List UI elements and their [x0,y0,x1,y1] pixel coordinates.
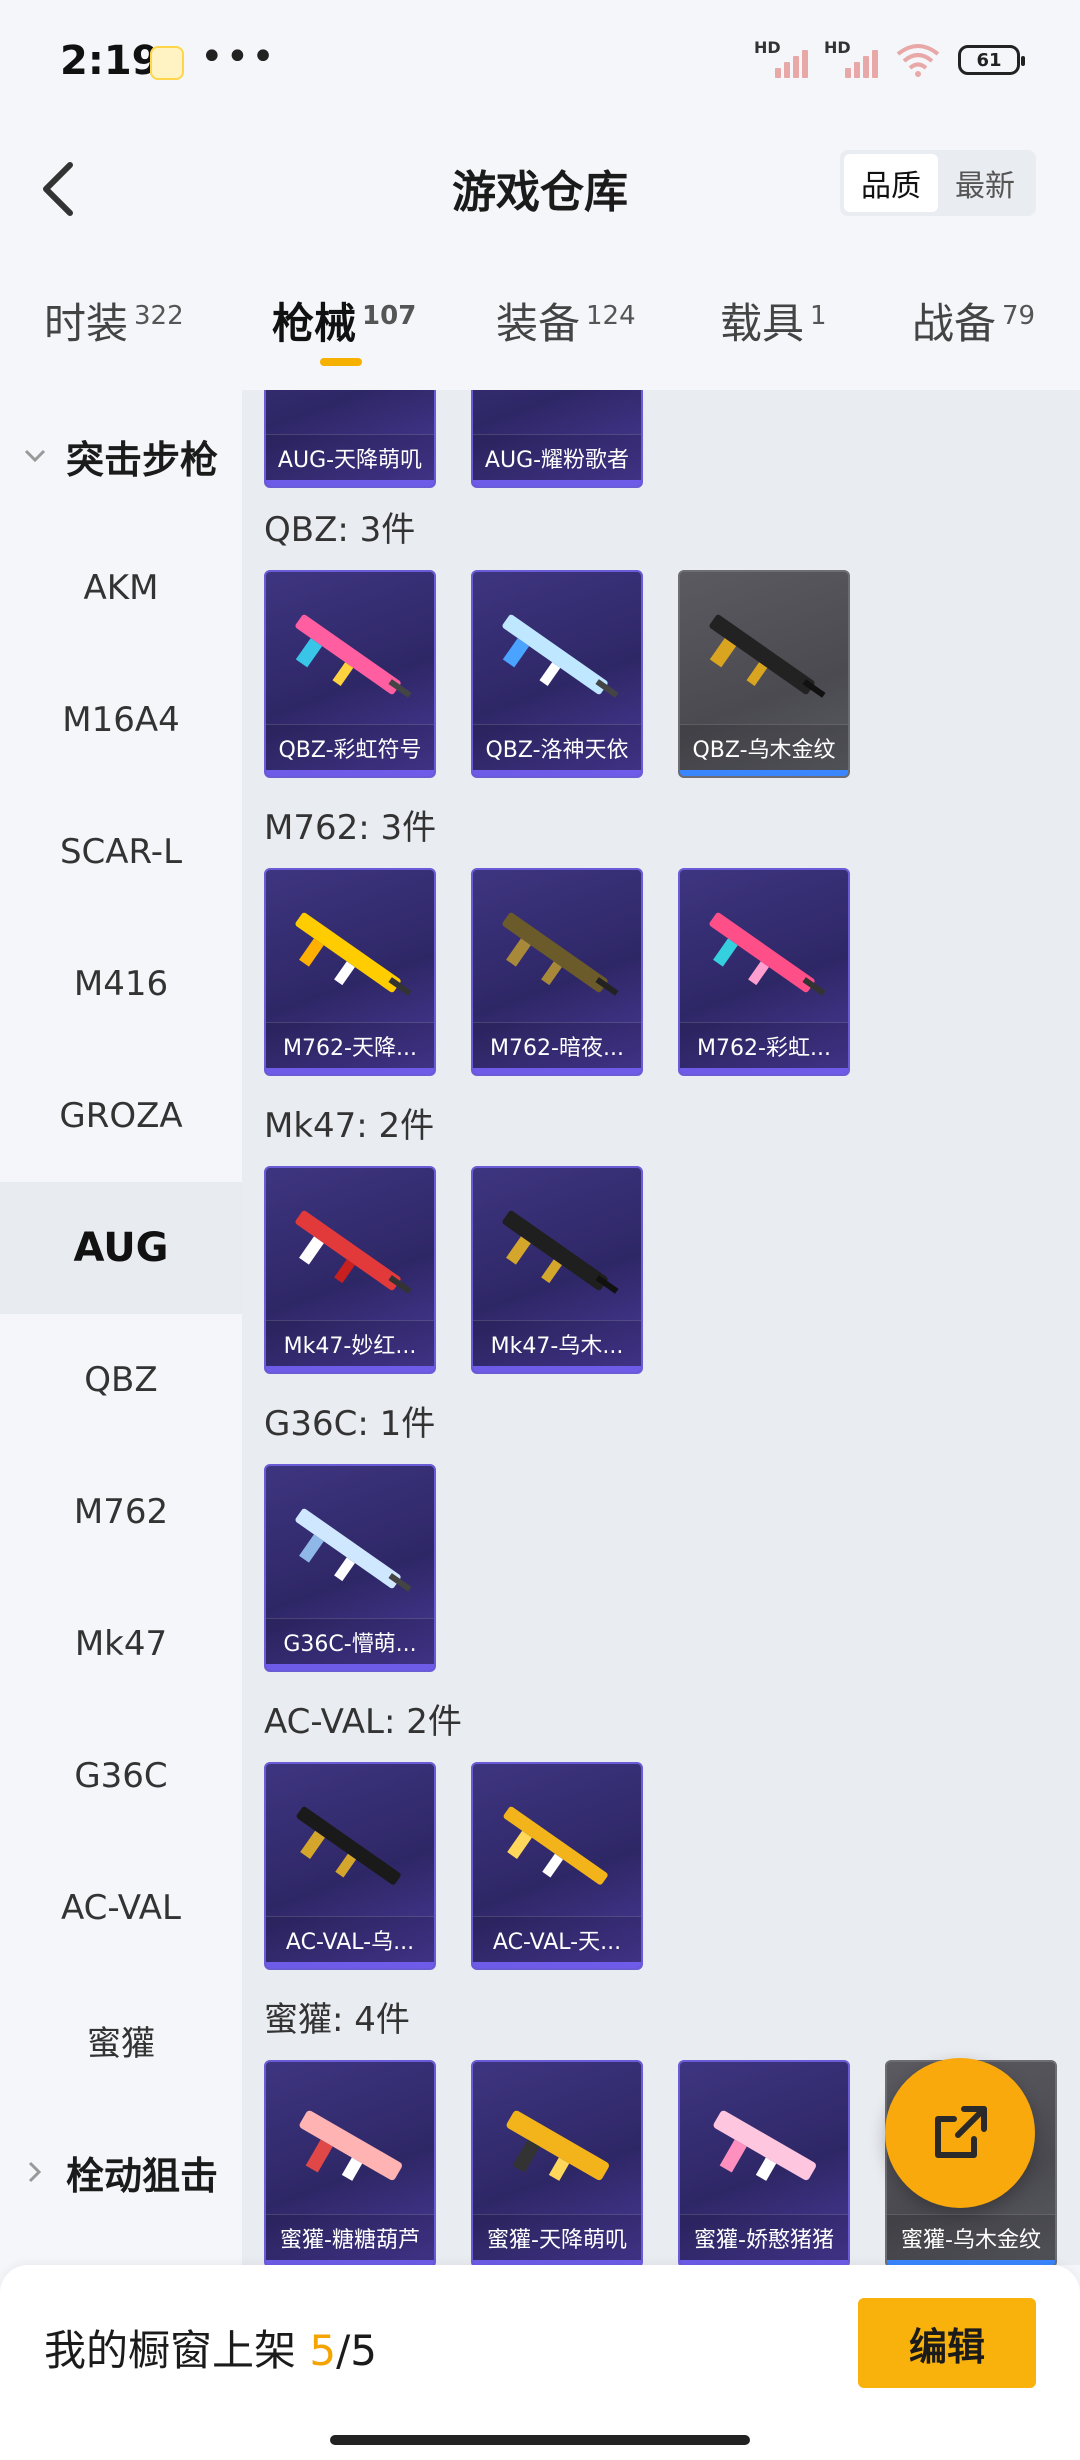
section-label-m762: M762: 3件 [264,808,437,848]
sort-quality-button[interactable]: 品质 [844,154,938,212]
weapon-card[interactable]: Mk47-乌木... [471,1166,643,1374]
card-label: QBZ-洛神天依 [473,724,641,770]
showcase-current-count: 5 [309,2326,337,2375]
card-label: 蜜獾-糖糖葫芦 [266,2214,434,2260]
rifle-icon [709,912,826,996]
card-label: AC-VAL-乌... [266,1916,434,1962]
card-label: M762-暗夜... [473,1022,641,1068]
sidebar-item-ac-val[interactable]: AC-VAL [0,1842,242,1974]
rifle-icon [295,912,412,996]
sidebar-item-mk47[interactable]: Mk47 [0,1578,242,1710]
edit-button[interactable]: 编辑 [858,2298,1036,2388]
weapon-card[interactable]: M762-彩虹... [678,868,850,1076]
weapon-card[interactable]: M762-暗夜... [471,868,643,1076]
sort-toggle: 品质 最新 [840,150,1036,216]
category-tabs: 时装 322 枪械 107 装备 124 载具 1 战备 79 [0,250,1080,390]
status-bar: 2:19 ••• HD HD 61 [0,0,1080,130]
weapon-card[interactable]: 蜜獾-天降萌叽 [471,2060,643,2265]
tab-fashion[interactable]: 时装 322 [44,290,184,351]
app-notification-icon [150,46,184,80]
more-notifications-icon: ••• [200,34,277,80]
section-label-ac-val: AC-VAL: 2件 [264,1702,462,1742]
sidebar-item-akm[interactable]: AKM [0,522,242,654]
battery-icon: 61 [958,45,1025,75]
signal-icon-2: HD [824,38,878,78]
rifle-icon [295,1210,412,1294]
card-label: QBZ-彩虹符号 [266,724,434,770]
smg-icon [713,2110,816,2181]
sidebar-item-m416[interactable]: M416 [0,918,242,1050]
share-button[interactable] [885,2058,1035,2208]
weapon-card[interactable]: QBZ-彩虹符号 [264,570,436,778]
rifle-icon [295,614,412,698]
sidebar-item-scar-l[interactable]: SCAR-L [0,786,242,918]
rifle-icon [502,912,619,996]
weapon-card[interactable]: AUG-耀粉歌者 [471,390,643,488]
rifle-icon [709,614,826,698]
sidebar-item-m762[interactable]: M762 [0,1446,242,1578]
sidebar-item-aug[interactable]: AUG [0,1182,242,1314]
share-icon [935,2106,987,2158]
rifle-icon [502,614,619,698]
card-label: M762-彩虹... [680,1022,848,1068]
sidebar-group-assault-rifles[interactable]: 突击步枪 [0,390,242,522]
weapon-card[interactable]: G36C-懵萌... [264,1464,436,1672]
sort-newest-button[interactable]: 最新 [938,154,1032,212]
signal-icon: HD [754,38,808,78]
section-label-mihuan: 蜜獾: 4件 [264,2000,410,2040]
weapon-card[interactable]: QBZ-洛神天依 [471,570,643,778]
sidebar-item-qbz[interactable]: QBZ [0,1314,242,1446]
tab-firearms[interactable]: 枪械 107 [272,290,416,351]
tab-vehicles[interactable]: 载具 1 [720,290,827,351]
weapon-card[interactable]: AUG-天降萌叽 [264,390,436,488]
smg-icon [299,2110,402,2181]
sidebar-item-g36c[interactable]: G36C [0,1710,242,1842]
card-label: Mk47-乌木... [473,1320,641,1366]
weapon-card[interactable]: Mk47-妙红... [264,1166,436,1374]
rifle-icon [503,1806,608,1885]
smg-icon [506,2110,609,2181]
card-label: AUG-天降萌叽 [266,434,434,480]
status-time: 2:19 [60,38,160,84]
card-label: 蜜獾-天降萌叽 [473,2214,641,2260]
chevron-down-icon [20,448,50,464]
section-label-g36c: G36C: 1件 [264,1404,436,1444]
card-label: G36C-懵萌... [266,1618,434,1664]
section-label-mk47: Mk47: 2件 [264,1106,435,1146]
rifle-icon [502,1210,619,1294]
card-label: QBZ-乌木金纹 [680,724,848,770]
showcase-bar: 我的橱窗上架 5/5 编辑 [0,2265,1080,2460]
card-label: Mk47-妙红... [266,1320,434,1366]
card-label: AC-VAL-天... [473,1916,641,1962]
chevron-right-icon [20,2160,50,2184]
rifle-icon [296,1806,401,1885]
weapon-type-sidebar: 突击步枪 AKM M16A4 SCAR-L M416 GROZA AUG QBZ… [0,390,242,2265]
weapon-card[interactable]: 蜜獾-娇憨猪猪 [678,2060,850,2265]
weapon-card[interactable]: AC-VAL-乌... [264,1762,436,1970]
active-tab-indicator [320,358,362,366]
wifi-icon [894,42,942,78]
rifle-icon [295,1508,412,1592]
showcase-status: 我的橱窗上架 5/5 [44,2326,377,2375]
header: 游戏仓库 品质 最新 [0,130,1080,250]
card-label: 蜜獾-娇憨猪猪 [680,2214,848,2260]
sidebar-item-groza[interactable]: GROZA [0,1050,242,1182]
weapon-card[interactable]: M762-天降... [264,868,436,1076]
card-label: 蜜獾-乌木金纹 [887,2214,1055,2260]
weapon-card[interactable]: QBZ-乌木金纹 [678,570,850,778]
card-label: AUG-耀粉歌者 [473,434,641,480]
sidebar-item-mihuan[interactable]: 蜜獾 [0,1974,242,2106]
tab-equipment[interactable]: 装备 124 [496,290,636,351]
weapon-card[interactable]: 蜜獾-糖糖葫芦 [264,2060,436,2265]
card-label: M762-天降... [266,1022,434,1068]
home-indicator[interactable] [330,2435,750,2445]
weapon-card[interactable]: AC-VAL-天... [471,1762,643,1970]
sidebar-item-m16a4[interactable]: M16A4 [0,654,242,786]
weapon-grid: AUG-天降萌叽 AUG-耀粉歌者 QBZ: 3件 QBZ-彩虹符号 QBZ-洛… [242,390,1080,2265]
sidebar-group-bolt-action[interactable]: 栓动狙击 [0,2106,242,2238]
section-label-qbz: QBZ: 3件 [264,510,416,550]
tab-supplies[interactable]: 战备 79 [912,290,1035,351]
